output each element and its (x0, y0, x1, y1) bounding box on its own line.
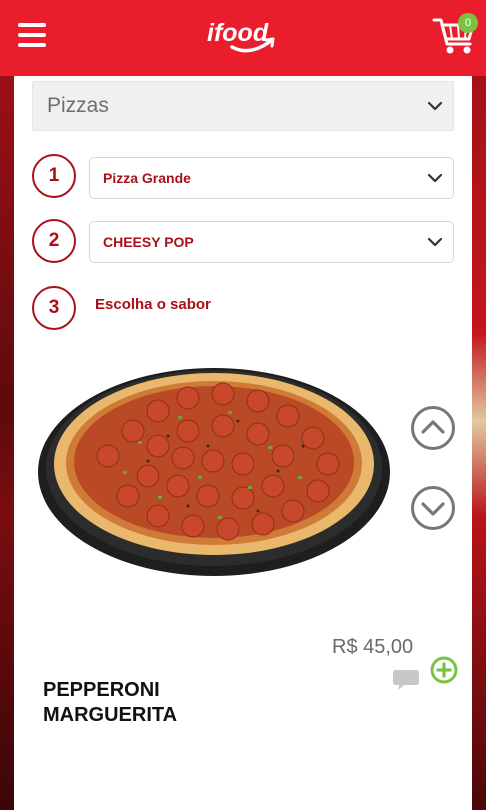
category-select-value: Pizzas (47, 94, 109, 117)
background-banner-right (472, 76, 486, 810)
background-banner-left (0, 76, 14, 810)
size-select-value: Pizza Grande (103, 170, 191, 186)
step-number-1: 1 (32, 154, 76, 198)
top-bar: ifood 0 (0, 0, 486, 76)
crust-select-value: CHEESY POP (103, 234, 194, 250)
size-select[interactable]: Pizza Grande (89, 157, 454, 199)
crust-select[interactable]: CHEESY POP (89, 221, 454, 263)
step-number-3: 3 (32, 286, 76, 330)
background-text-left (0, 600, 14, 670)
chevron-down-icon (427, 101, 443, 111)
pizza-image[interactable] (38, 346, 390, 582)
step-number-2: 2 (32, 219, 76, 263)
scroll-up-button[interactable] (410, 405, 456, 451)
product-name-line2: MARGUERITA (43, 704, 178, 726)
add-icon[interactable] (430, 656, 458, 684)
step-3-label: Escolha o sabor (95, 296, 211, 313)
chevron-down-icon (427, 173, 443, 183)
product-panel: Pizzas 1 Pizza Grande 2 CHEESY POP 3 Esc… (14, 76, 472, 810)
scroll-down-button[interactable] (410, 485, 456, 531)
ifood-logo[interactable]: ifood (206, 14, 280, 58)
category-select[interactable]: Pizzas (32, 81, 454, 131)
chevron-down-icon (427, 237, 443, 247)
product-price: R$ 45,00 (332, 636, 414, 658)
menu-icon[interactable] (18, 23, 46, 47)
product-name-line1: PEPPERONI (43, 679, 160, 701)
svg-text:ifood: ifood (207, 19, 269, 47)
product-name: PEPPERONI MARGUERITA (43, 678, 243, 728)
cart-count-badge: 0 (458, 13, 478, 33)
comment-icon[interactable] (392, 668, 420, 692)
